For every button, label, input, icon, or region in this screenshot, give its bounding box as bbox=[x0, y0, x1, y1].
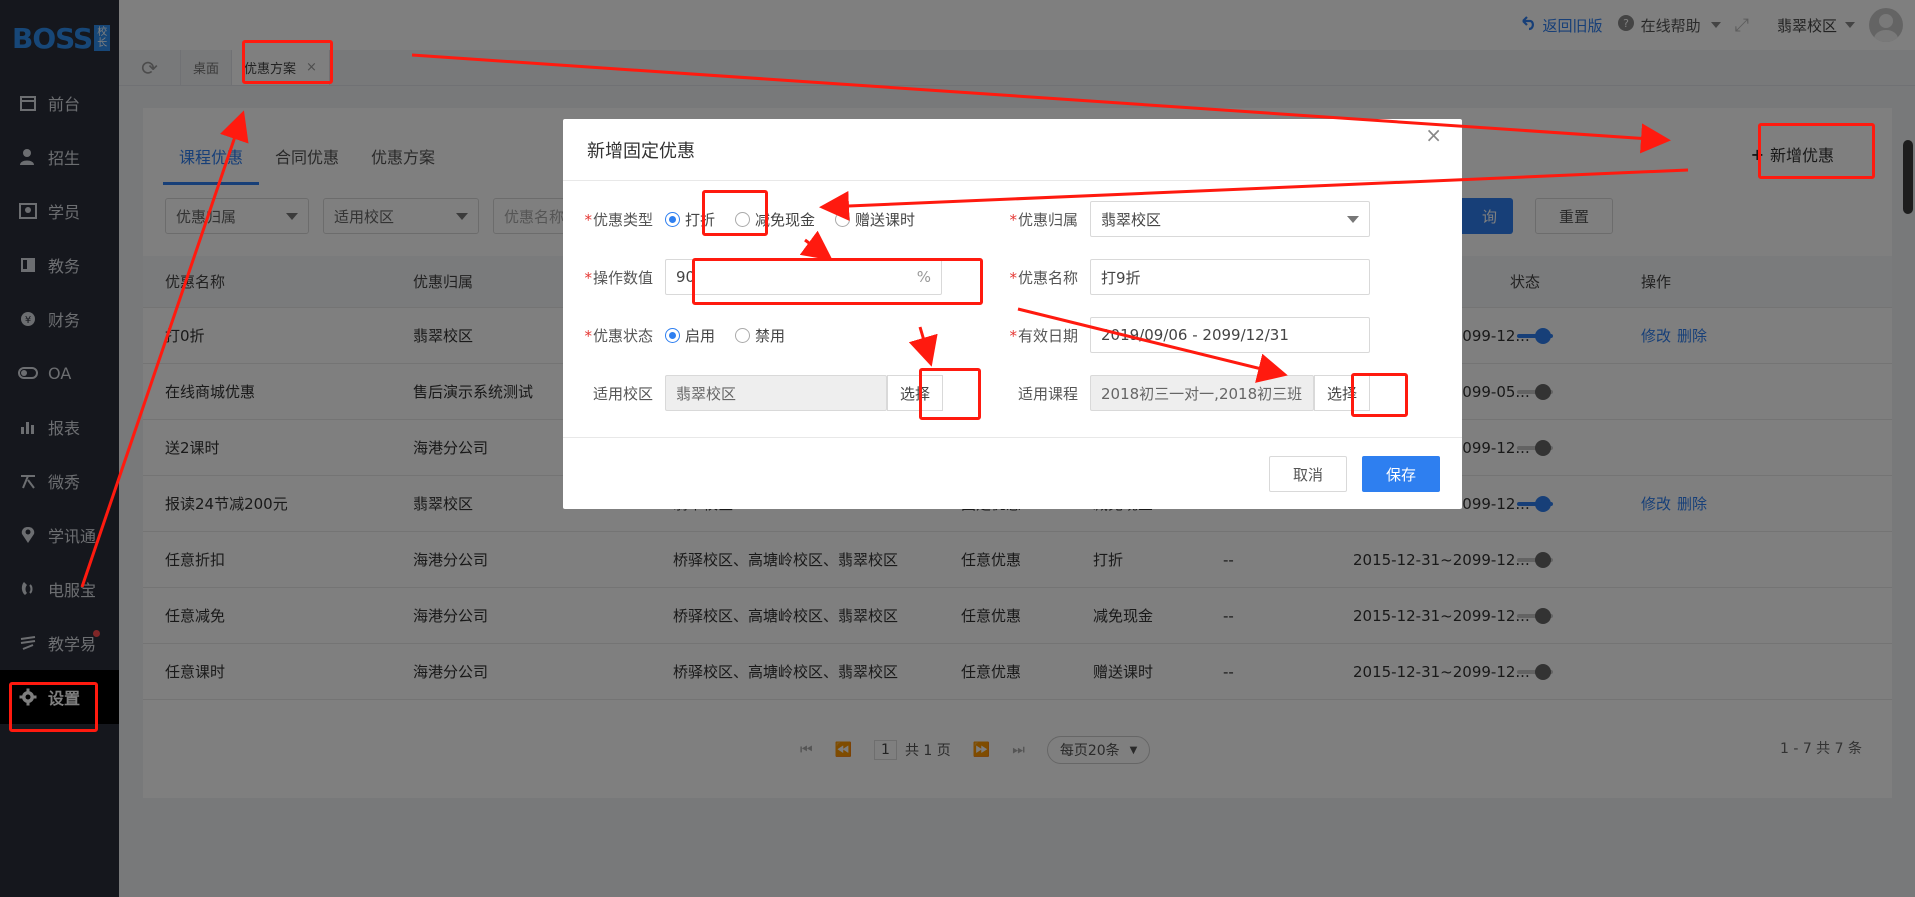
radio-label: 启用 bbox=[685, 326, 716, 345]
add-fixed-discount-dialog: 新增固定优惠 × *优惠类型 打折 减免现金 赠送课时 *优惠归属 翡翠校区 *… bbox=[563, 119, 1462, 509]
discount-name-input[interactable]: 打9折 bbox=[1090, 259, 1370, 295]
valid-date-label: *有效日期 bbox=[1009, 326, 1078, 345]
name-value: 打9折 bbox=[1101, 268, 1141, 287]
discount-status-label: *优惠状态 bbox=[584, 326, 653, 345]
discount-owner-select[interactable]: 翡翠校区 bbox=[1090, 201, 1370, 237]
discount-status-row: *优惠状态 启用 禁用 bbox=[563, 317, 805, 353]
valid-date-row: *有效日期 2019/09/06 - 2099/12/31 bbox=[988, 317, 1370, 353]
radio-circle bbox=[665, 327, 680, 343]
radio-disabled[interactable]: 禁用 bbox=[735, 325, 785, 346]
select-campus-button[interactable]: 选择 bbox=[887, 375, 944, 411]
discount-owner-label: *优惠归属 bbox=[1009, 210, 1078, 229]
dialog-title: 新增固定优惠 bbox=[563, 119, 1462, 181]
cancel-button[interactable]: 取消 bbox=[1269, 456, 1347, 492]
select-course-button[interactable]: 选择 bbox=[1314, 375, 1371, 411]
discount-type-row: *优惠类型 打折 减免现金 赠送课时 bbox=[563, 201, 935, 237]
dialog-form: *优惠类型 打折 减免现金 赠送课时 *优惠归属 翡翠校区 *操作数值 90% … bbox=[563, 181, 1462, 431]
chevron-down-icon bbox=[1347, 215, 1359, 223]
radio-gift-hours[interactable]: 赠送课时 bbox=[835, 209, 915, 230]
discount-name-label: *优惠名称 bbox=[1009, 268, 1078, 287]
applicable-course-label: 适用课程 bbox=[1017, 384, 1078, 403]
operation-value-label: *操作数值 bbox=[584, 268, 653, 287]
radio-circle bbox=[735, 211, 751, 227]
radio-enabled[interactable]: 启用 bbox=[665, 325, 715, 346]
radio-discount[interactable]: 打折 bbox=[665, 209, 715, 230]
valid-date-range-input[interactable]: 2019/09/06 - 2099/12/31 bbox=[1090, 317, 1370, 353]
radio-circle bbox=[835, 211, 851, 227]
applicable-campus-row: 适用校区 翡翠校区 选择 bbox=[563, 375, 944, 411]
radio-label: 减免现金 bbox=[755, 210, 816, 229]
save-button[interactable]: 保存 bbox=[1362, 456, 1440, 492]
applicable-course-field: 2018初三一对一,2018初三班 bbox=[1090, 375, 1314, 411]
course-value: 2018初三一对一,2018初三班 bbox=[1101, 384, 1303, 403]
applicable-course-row: 适用课程 2018初三一对一,2018初三班 选择 bbox=[988, 375, 1371, 411]
radio-cash-reduction[interactable]: 减免现金 bbox=[735, 209, 815, 230]
close-icon[interactable]: × bbox=[1425, 123, 1442, 147]
date-value: 2019/09/06 - 2099/12/31 bbox=[1101, 326, 1289, 344]
radio-circle bbox=[735, 327, 751, 343]
operation-value-input[interactable]: 90% bbox=[665, 259, 942, 295]
applicable-campus-label: 适用校区 bbox=[592, 384, 653, 403]
radio-label: 赠送课时 bbox=[855, 210, 916, 229]
applicable-campus-field: 翡翠校区 bbox=[665, 375, 887, 411]
radio-label: 打折 bbox=[685, 210, 716, 229]
operation-value-row: *操作数值 90% bbox=[563, 259, 942, 295]
discount-type-label: *优惠类型 bbox=[584, 210, 653, 229]
percent-unit: % bbox=[916, 268, 931, 286]
campus-value: 翡翠校区 bbox=[676, 384, 737, 403]
discount-owner-row: *优惠归属 翡翠校区 bbox=[988, 201, 1370, 237]
owner-value: 翡翠校区 bbox=[1101, 210, 1162, 229]
op-value: 90 bbox=[676, 268, 696, 286]
discount-name-row: *优惠名称 打9折 bbox=[988, 259, 1370, 295]
radio-label: 禁用 bbox=[755, 326, 786, 345]
radio-circle bbox=[665, 211, 680, 227]
dialog-footer: 取消 保存 bbox=[563, 437, 1462, 509]
